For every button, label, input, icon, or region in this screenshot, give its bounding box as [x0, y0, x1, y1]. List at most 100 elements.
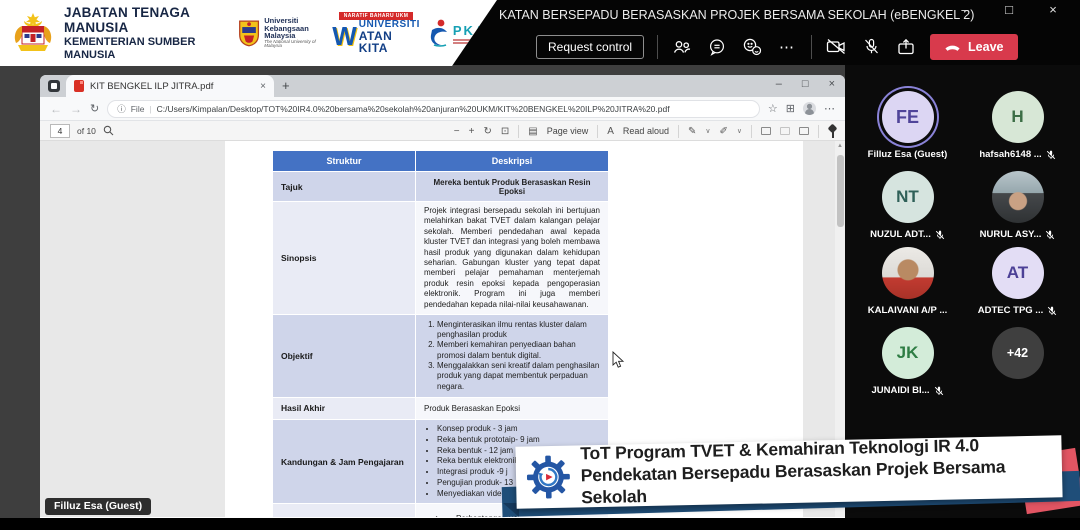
presenter-name-tag: Filluz Esa (Guest) — [45, 498, 152, 515]
avatar[interactable]: FE — [881, 91, 934, 143]
participant-name: JUNAIDI BI... — [871, 385, 930, 396]
mouse-cursor — [612, 351, 625, 368]
malaysia-coat-of-arms-logo — [10, 12, 56, 54]
toolbar-divider — [518, 124, 520, 138]
page-view-label[interactable]: Page view — [547, 126, 589, 136]
header-deskripsi: Deskripsi — [415, 150, 609, 172]
tab-actions-icon[interactable] — [48, 80, 60, 92]
department-line1: JABATAN TENAGA MANUSIA — [64, 4, 190, 36]
chat-icon[interactable] — [706, 37, 728, 57]
pdf-toolbar: 4 of 10 − + ↻ ⊡ ▤ Page view A Read aloud — [40, 121, 845, 141]
table-row-objektif: Objektif Menginterasikan ilmu rentas klu… — [272, 313, 609, 398]
header-struktur: Struktur — [272, 150, 416, 172]
page-info-icon[interactable]: ⓘ — [117, 103, 126, 115]
participant-tile-overflow[interactable]: +42 — [979, 327, 1057, 396]
pdf-toolbar-right: − + ↻ ⊡ ▤ Page view A Read aloud ✎ ∨ ✐ ∨ — [454, 121, 837, 141]
organisation-banner: JABATAN TENAGA MANUSIA KEMENTERIAN SUMBE… — [0, 0, 497, 66]
tab-close-icon[interactable]: × — [260, 81, 266, 92]
meeting-title: KATAN BERSEPADU BERASASKAN PROJEK BERSAM… — [499, 8, 975, 22]
browser-tabbar: KIT BENGKEL ILP JITRA.pdf × + – □ × — [40, 75, 845, 97]
highlight-caret-icon[interactable]: ∨ — [737, 127, 742, 135]
meeting-toolbar: Request control ⋯ Leave — [536, 33, 1018, 60]
table-row-sinopsis: Sinopsis Projek integrasi bersepadu seko… — [272, 201, 609, 315]
back-icon[interactable]: ← — [50, 102, 62, 116]
participant-name: Filluz Esa (Guest) — [867, 149, 948, 160]
save-as-icon[interactable] — [799, 127, 809, 135]
avatar[interactable]: H — [991, 91, 1044, 143]
browser-close-button[interactable]: × — [829, 78, 835, 90]
minimize-button[interactable]: – — [956, 2, 974, 17]
scrollbar-thumb[interactable] — [836, 155, 844, 227]
zoom-in-icon[interactable]: + — [469, 126, 475, 137]
table-header-row: Struktur Deskripsi — [272, 150, 609, 172]
toolbar-divider — [811, 34, 813, 59]
save-icon[interactable] — [780, 127, 790, 135]
participant-tile[interactable]: NT NUZUL ADT... — [869, 171, 947, 240]
toolbar-divider — [818, 124, 819, 138]
more-options-icon[interactable]: ⋯ — [776, 37, 798, 57]
avatar-photo[interactable] — [881, 247, 934, 299]
participant-tile[interactable]: AT ADTEC TPG ... — [977, 247, 1057, 316]
participant-name: hafsah6148 ... — [979, 149, 1042, 160]
toolbar-divider — [751, 124, 752, 138]
mic-off-icon[interactable] — [860, 37, 882, 57]
page-count-label: of 10 — [77, 125, 96, 136]
url-scheme: File — [130, 103, 145, 114]
url-text: C:/Users/Kimpalan/Desktop/TOT%20IR4.0%20… — [156, 103, 670, 114]
participant-tile[interactable]: NURUL ASY... — [979, 171, 1057, 240]
forward-icon[interactable]: → — [70, 102, 82, 116]
event-banner: ToT Program TVET & Kemahiran Teknologi I… — [515, 435, 1063, 509]
browser-minimize-button[interactable]: – — [776, 78, 782, 90]
department-line2: KEMENTERIAN SUMBER MANUSIA — [64, 35, 196, 61]
ukm-wordmark: Universiti Kebangsaan Malaysia The Natio… — [264, 17, 324, 49]
participant-tile[interactable]: H hafsah6148 ... — [979, 91, 1057, 160]
muted-mic-icon — [934, 386, 943, 395]
leave-button[interactable]: Leave — [930, 33, 1018, 60]
participant-tile[interactable]: KALAIVANI A/P ... — [868, 247, 947, 316]
participant-name: ADTEC TPG ... — [977, 305, 1044, 316]
camera-off-icon[interactable] — [825, 37, 847, 57]
table-row-hasil-akhir: Hasil Akhir Produk Berasaskan Epoksi — [272, 396, 609, 420]
favorites-star-icon[interactable]: ☆ — [768, 102, 778, 115]
page-number-input[interactable]: 4 — [50, 123, 70, 138]
share-screen-icon[interactable] — [895, 37, 917, 57]
browser-more-icon[interactable]: ⋯ — [824, 102, 835, 115]
avatar[interactable]: JK — [881, 327, 934, 379]
avatar[interactable]: NT — [881, 171, 934, 223]
fit-to-page-icon[interactable]: ⊡ — [501, 126, 509, 137]
search-icon[interactable] — [103, 125, 114, 136]
participant-tile[interactable]: JK JUNAIDI BI... — [869, 327, 947, 396]
read-aloud-label[interactable]: Read aloud — [623, 126, 669, 136]
scroll-up-arrow[interactable]: ▲ — [837, 143, 843, 149]
collections-icon[interactable]: ⊞ — [786, 102, 795, 115]
url-field[interactable]: ⓘ File | C:/Users/Kimpalan/Desktop/TOT%2… — [107, 99, 760, 118]
close-button[interactable]: × — [1044, 2, 1062, 17]
refresh-icon[interactable]: ↻ — [90, 102, 99, 115]
avatar[interactable]: AT — [991, 247, 1044, 299]
profile-avatar-icon[interactable] — [803, 102, 816, 115]
rotate-icon[interactable]: ↻ — [483, 126, 491, 137]
print-icon[interactable] — [761, 127, 771, 135]
draw-caret-icon[interactable]: ∨ — [705, 127, 710, 135]
overflow-count-avatar[interactable]: +42 — [991, 327, 1044, 379]
read-aloud-icon[interactable]: A — [607, 126, 614, 137]
participant-tile[interactable]: FE Filluz Esa (Guest) — [867, 91, 948, 160]
request-control-button[interactable]: Request control — [536, 34, 645, 59]
new-tab-button[interactable]: + — [282, 78, 290, 93]
draw-icon[interactable]: ✎ — [688, 126, 696, 137]
browser-maximize-button[interactable]: □ — [802, 78, 809, 90]
maximize-button[interactable]: □ — [1000, 2, 1018, 17]
reactions-icon[interactable] — [741, 37, 763, 57]
zoom-out-icon[interactable]: − — [454, 126, 460, 137]
tab-title: KIT BENGKEL ILP JITRA.pdf — [90, 80, 214, 92]
browser-tab[interactable]: KIT BENGKEL ILP JITRA.pdf × — [66, 75, 274, 97]
universiti-watan-kita-logo: NARATIF BAHARU UKM W UNIVERSITI ATAN KIT… — [332, 12, 420, 54]
pin-toolbar-icon[interactable] — [828, 125, 837, 138]
pkas-figure-icon — [430, 19, 447, 47]
participant-name: NURUL ASY... — [979, 229, 1042, 240]
page-view-icon[interactable]: ▤ — [528, 126, 537, 137]
avatar-photo[interactable] — [991, 171, 1044, 223]
table-row-tajuk: Tajuk Mereka bentuk Produk Berasaskan Re… — [272, 171, 609, 202]
highlight-icon[interactable]: ✐ — [719, 126, 727, 137]
participants-icon[interactable] — [671, 37, 693, 57]
